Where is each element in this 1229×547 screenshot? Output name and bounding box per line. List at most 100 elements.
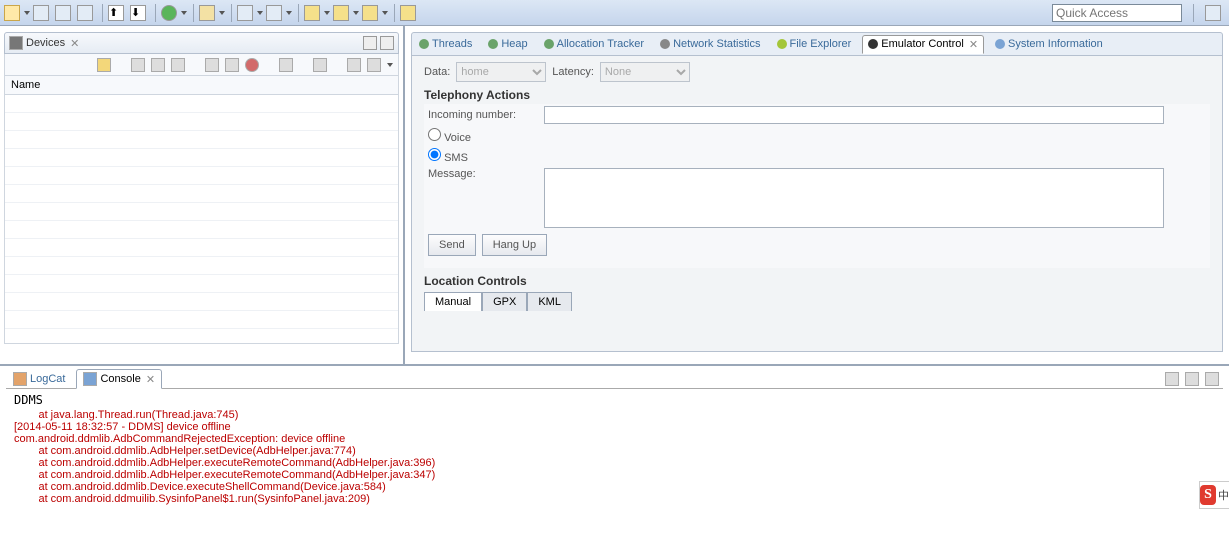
new-package-menu[interactable]	[237, 5, 264, 21]
pin-console-icon[interactable]	[1205, 372, 1219, 386]
open-folder-icon[interactable]	[400, 5, 416, 21]
debug-icon[interactable]	[97, 58, 111, 72]
tab-logcat[interactable]: LogCat	[6, 369, 72, 389]
chevron-down-icon	[286, 5, 293, 21]
ime-badge[interactable]: S 中	[1199, 481, 1229, 509]
traceview-icon[interactable]	[367, 58, 381, 72]
systrace-icon[interactable]	[347, 58, 361, 72]
wand-menu[interactable]	[199, 5, 226, 21]
tab-threads[interactable]: Threads	[414, 36, 477, 52]
arrow-left-icon	[333, 5, 349, 21]
console-toolbar	[1165, 372, 1219, 386]
table-row	[5, 293, 398, 311]
scroll-lock-icon[interactable]	[1185, 372, 1199, 386]
tab-network[interactable]: Network Statistics	[655, 36, 765, 52]
console-line: [2014-05-11 18:32:57 - DDMS] device offl…	[14, 421, 1215, 433]
new-file-menu[interactable]	[266, 5, 293, 21]
separator	[193, 4, 194, 22]
nav-back[interactable]	[333, 5, 360, 21]
table-row	[5, 275, 398, 293]
bottom-views: LogCat Console✕ DDMS at java.lang.Thread…	[0, 366, 1229, 513]
start-profiling-icon[interactable]	[225, 58, 239, 72]
ime-s-icon: S	[1200, 485, 1216, 505]
save-all-icon[interactable]	[55, 5, 71, 21]
dump-view-icon[interactable]	[313, 58, 327, 72]
save-icon[interactable]	[33, 5, 49, 21]
new-menu[interactable]	[4, 5, 31, 21]
emulator-icon	[868, 39, 878, 49]
console-title: DDMS	[14, 393, 1215, 407]
console-line: com.android.ddmlib.AdbCommandRejectedExc…	[14, 433, 1215, 445]
separator	[1193, 4, 1194, 22]
minimize-icon[interactable]	[363, 36, 377, 50]
devices-toolbar	[4, 54, 399, 76]
loc-tab-manual[interactable]: Manual	[424, 292, 482, 311]
cause-gc-icon[interactable]	[171, 58, 185, 72]
table-row	[5, 257, 398, 275]
view-menu-icon[interactable]	[387, 57, 394, 73]
table-row	[5, 113, 398, 131]
sysinfo-icon	[995, 39, 1005, 49]
chevron-down-icon	[181, 5, 188, 21]
loc-tab-kml[interactable]: KML	[527, 292, 572, 311]
update-heap-icon[interactable]	[131, 58, 145, 72]
table-row	[5, 131, 398, 149]
latency-select[interactable]: None	[600, 62, 690, 82]
separator	[298, 4, 299, 22]
close-icon[interactable]: ✕	[969, 38, 978, 51]
data-select[interactable]: home	[456, 62, 546, 82]
print-icon[interactable]	[77, 5, 93, 21]
console-line: at com.android.ddmuilib.SysinfoPanel$1.r…	[14, 493, 1215, 505]
ime-lang: 中	[1218, 487, 1229, 503]
download-icon[interactable]: ⬇	[130, 5, 146, 21]
table-row	[5, 239, 398, 257]
devices-header: Devices ✕	[4, 32, 399, 54]
main-toolbar: ⬆ ⬇	[0, 0, 1229, 26]
nav-forward[interactable]	[362, 5, 389, 21]
voice-radio[interactable]	[428, 128, 441, 141]
message-field[interactable]	[544, 168, 1164, 228]
close-icon[interactable]: ✕	[146, 373, 155, 386]
stop-icon[interactable]	[245, 58, 259, 72]
tab-console[interactable]: Console✕	[76, 369, 162, 389]
android-icon	[777, 39, 787, 49]
location-title: Location Controls	[424, 274, 1210, 288]
loc-tab-gpx[interactable]: GPX	[482, 292, 527, 311]
telephony-title: Telephony Actions	[424, 88, 1210, 102]
clear-console-icon[interactable]	[1165, 372, 1179, 386]
dump-hprof-icon[interactable]	[151, 58, 165, 72]
screen-capture-icon[interactable]	[279, 58, 293, 72]
sms-radio[interactable]	[428, 148, 441, 161]
separator	[155, 4, 156, 22]
tab-allocation[interactable]: Allocation Tracker	[539, 36, 649, 52]
latency-label: Latency:	[552, 66, 594, 78]
column-name[interactable]: Name	[5, 76, 398, 95]
console-output: DDMS at java.lang.Thread.run(Thread.java…	[6, 388, 1223, 513]
maximize-icon[interactable]	[380, 36, 394, 50]
arrow-right-icon	[362, 5, 378, 21]
run-menu[interactable]	[161, 5, 188, 21]
threads-icon	[419, 39, 429, 49]
quick-access-input[interactable]	[1052, 4, 1182, 22]
tab-emulator-control[interactable]: Emulator Control✕	[862, 35, 984, 54]
update-threads-icon[interactable]	[205, 58, 219, 72]
incoming-number-field[interactable]	[544, 106, 1164, 124]
console-line: at com.android.ddmlib.AdbHelper.setDevic…	[14, 445, 1215, 457]
tab-system-information[interactable]: System Information	[990, 36, 1108, 52]
console-line: at java.lang.Thread.run(Thread.java:745)	[14, 409, 1215, 421]
back-history[interactable]	[304, 5, 331, 21]
message-label: Message:	[428, 168, 538, 180]
perspective-icon[interactable]	[1205, 5, 1221, 21]
emulator-control-panel: Data: home Latency: None Telephony Actio…	[411, 56, 1223, 352]
close-icon[interactable]: ✕	[70, 37, 79, 50]
voice-radio-label[interactable]: Voice	[428, 128, 471, 144]
allocation-icon	[544, 39, 554, 49]
upload-icon[interactable]: ⬆	[108, 5, 124, 21]
hangup-button[interactable]: Hang Up	[482, 234, 547, 256]
tab-heap[interactable]: Heap	[483, 36, 532, 52]
sms-radio-label[interactable]: SMS	[428, 148, 468, 164]
tab-file-explorer[interactable]: File Explorer	[772, 36, 857, 52]
file-icon	[266, 5, 282, 21]
send-button[interactable]: Send	[428, 234, 476, 256]
chevron-down-icon	[324, 5, 331, 21]
